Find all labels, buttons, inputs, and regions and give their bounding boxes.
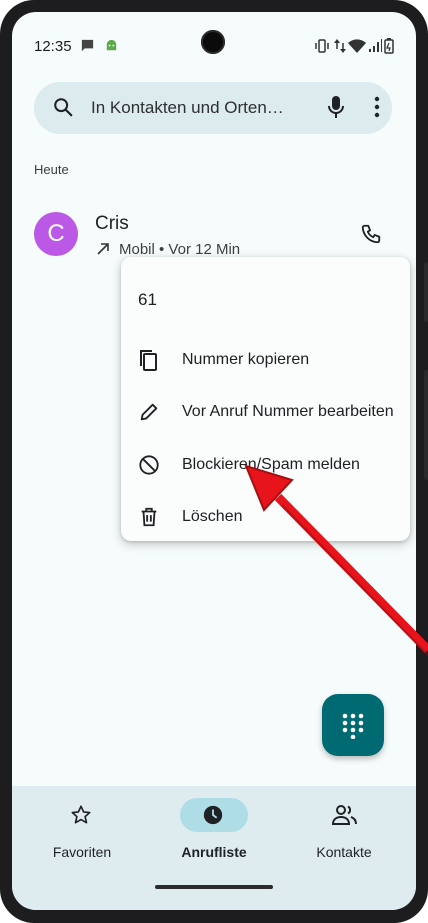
- annotation-arrow: [244, 464, 428, 656]
